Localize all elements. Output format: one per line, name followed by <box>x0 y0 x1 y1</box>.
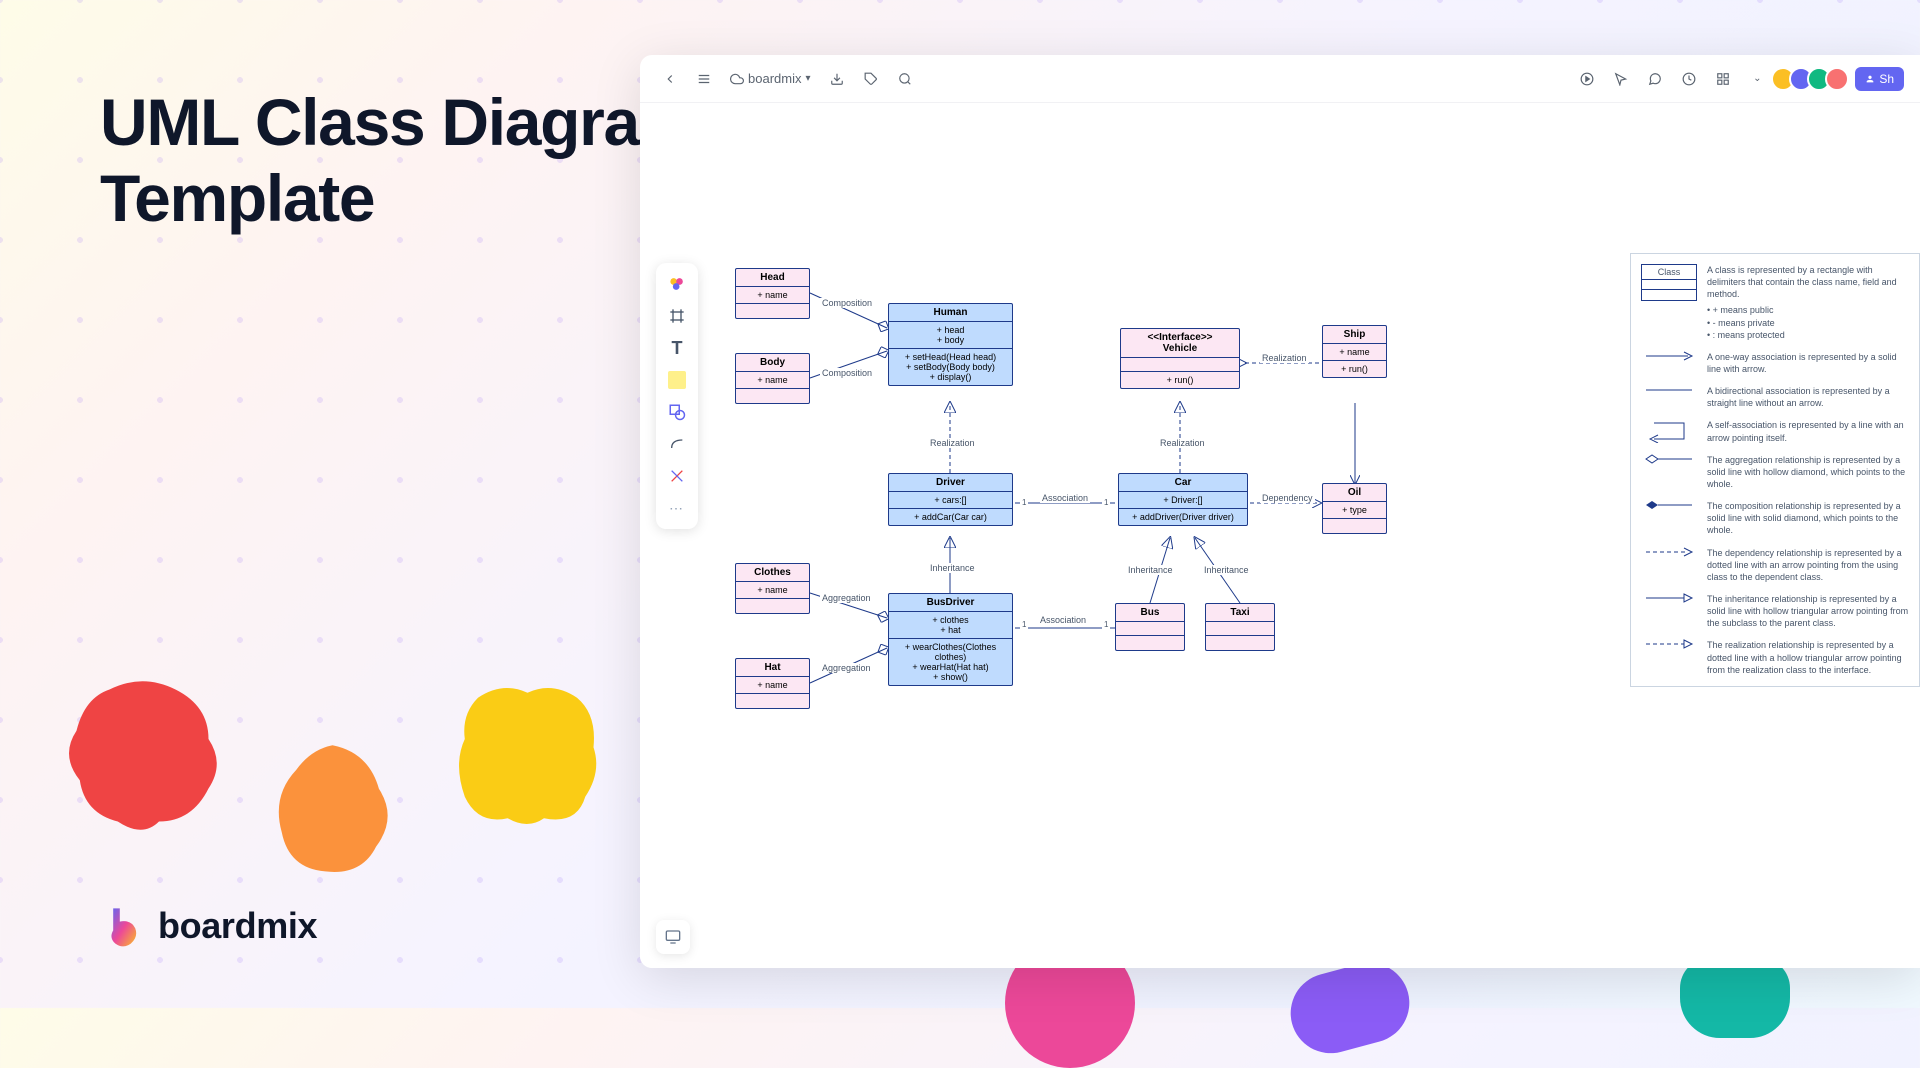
tool-palette: T ⋯ <box>656 263 698 529</box>
more-tools[interactable]: ⋯ <box>662 493 692 523</box>
legend-text: The aggregation relationship is represen… <box>1707 454 1909 490</box>
cursor-button[interactable] <box>1607 65 1635 93</box>
legend-text: A bidirectional association is represent… <box>1707 385 1909 409</box>
text-tool[interactable]: T <box>662 333 692 363</box>
more-button[interactable]: ⌄ <box>1743 65 1771 93</box>
play-button[interactable] <box>1573 65 1601 93</box>
relation-label: Realization <box>1260 353 1309 363</box>
class-car[interactable]: Car+ Driver:[]+ addDriver(Driver driver) <box>1118 473 1248 526</box>
relation-label: Dependency <box>1260 493 1315 503</box>
class-oil[interactable]: Oil+ type <box>1322 483 1387 534</box>
multiplicity-label: 1 <box>1020 498 1028 507</box>
decorative-blob-green <box>1680 958 1790 1038</box>
legend-text: A class is represented by a rectangle wi… <box>1707 264 1909 300</box>
legend-text: The dependency relationship is represent… <box>1707 547 1909 583</box>
export-button[interactable] <box>823 65 851 93</box>
class-taxi[interactable]: Taxi <box>1205 603 1275 651</box>
decorative-blob-orange <box>260 733 405 888</box>
frame-tool[interactable] <box>662 301 692 331</box>
file-title[interactable]: boardmix ▾ <box>724 71 817 86</box>
apps-button[interactable] <box>1709 65 1737 93</box>
relation-label: Association <box>1038 615 1088 625</box>
multiplicity-label: 1 <box>1020 620 1028 629</box>
class-hat[interactable]: Hat+ name <box>735 658 810 709</box>
decorative-blob-yellow <box>440 673 615 838</box>
share-button[interactable]: Sh <box>1855 67 1904 91</box>
relation-label: Realization <box>1158 438 1207 448</box>
relation-label: Composition <box>820 298 874 308</box>
relation-label: Inheritance <box>928 563 977 573</box>
legend-class-symbol: Class <box>1641 264 1697 301</box>
class-vehicle[interactable]: <<Interface>> Vehicle+ run() <box>1120 328 1240 389</box>
class-ship[interactable]: Ship+ name+ run() <box>1322 325 1387 378</box>
relation-label: Association <box>1040 493 1090 503</box>
legend-text: The composition relationship is represen… <box>1707 500 1909 536</box>
legend-bullet: • + means public <box>1707 304 1909 316</box>
relation-label: Aggregation <box>820 663 873 673</box>
avatar[interactable] <box>1825 67 1849 91</box>
relation-label: Realization <box>928 438 977 448</box>
relation-label: Inheritance <box>1126 565 1175 575</box>
sticky-note-tool[interactable] <box>662 365 692 395</box>
tag-button[interactable] <box>857 65 885 93</box>
collaborator-avatars[interactable] <box>1777 67 1849 91</box>
back-button[interactable] <box>656 65 684 93</box>
legend-text: A one-way association is represented by … <box>1707 351 1909 375</box>
search-button[interactable] <box>891 65 919 93</box>
brand-logo-area: boardmix <box>100 904 317 948</box>
multiplicity-label: 1 <box>1102 498 1110 507</box>
relation-label: Composition <box>820 368 874 378</box>
shape-tool[interactable] <box>662 397 692 427</box>
legend-bullet: • : means protected <box>1707 329 1909 341</box>
pen-tool[interactable] <box>662 461 692 491</box>
relation-label: Inheritance <box>1202 565 1251 575</box>
chevron-down-icon: ▾ <box>805 73 810 84</box>
brand-name: boardmix <box>158 905 317 947</box>
class-clothes[interactable]: Clothes+ name <box>735 563 810 614</box>
canvas[interactable]: T ⋯ <box>640 103 1920 968</box>
class-human[interactable]: Human+ head + body+ setHead(Head head) +… <box>888 303 1013 386</box>
legend-text: The realization relationship is represen… <box>1707 639 1909 675</box>
connector-tool[interactable] <box>662 429 692 459</box>
hero-title: UML Class Diagram Template <box>100 85 696 237</box>
cloud-icon <box>730 72 744 86</box>
legend-text: The inheritance relationship is represen… <box>1707 593 1909 629</box>
comment-button[interactable] <box>1641 65 1669 93</box>
app-window: boardmix ▾ ⌄ Sh <box>640 55 1920 968</box>
class-driver[interactable]: Driver+ cars:[]+ addCar(Car car) <box>888 473 1013 526</box>
class-bus[interactable]: Bus <box>1115 603 1185 651</box>
present-button[interactable] <box>656 920 690 954</box>
class-body[interactable]: Body+ name <box>735 353 810 404</box>
person-icon <box>1865 74 1875 84</box>
brand-logo-icon <box>100 904 144 948</box>
legend-text: A self-association is represented by a l… <box>1707 419 1909 443</box>
multiplicity-label: 1 <box>1102 620 1110 629</box>
logo-tool[interactable] <box>662 269 692 299</box>
class-head[interactable]: Head+ name <box>735 268 810 319</box>
decorative-blob-red <box>60 673 225 838</box>
history-button[interactable] <box>1675 65 1703 93</box>
legend-bullet: • - means private <box>1707 317 1909 329</box>
menu-button[interactable] <box>690 65 718 93</box>
relation-label: Aggregation <box>820 593 873 603</box>
topbar: boardmix ▾ ⌄ Sh <box>640 55 1920 103</box>
class-busdriver[interactable]: BusDriver+ clothes + hat+ wearClothes(Cl… <box>888 593 1013 686</box>
legend-panel: Class A class is represented by a rectan… <box>1630 253 1920 687</box>
